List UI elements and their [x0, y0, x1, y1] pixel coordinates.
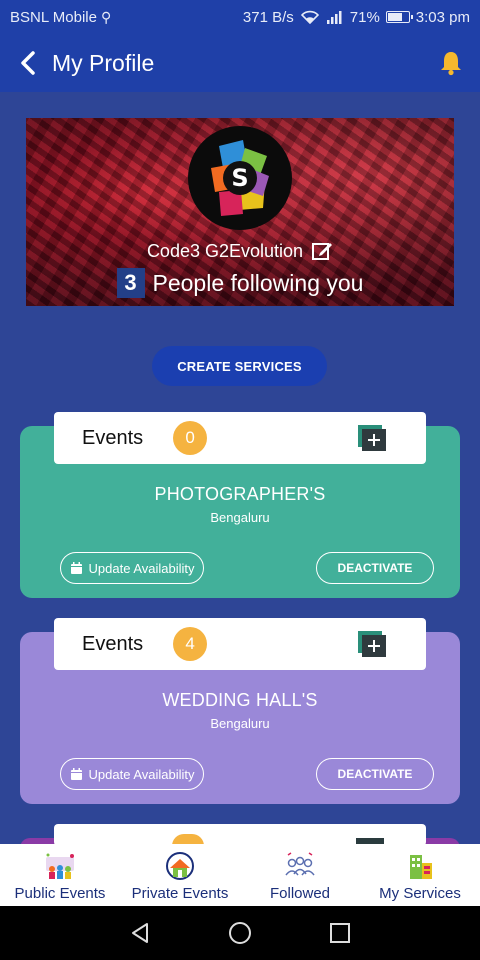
create-services-button[interactable]: CREATE SERVICES [152, 346, 327, 386]
nav-public-events[interactable]: Public Events [0, 844, 120, 906]
nav-my-services[interactable]: My Services [360, 844, 480, 906]
service-title: WEDDING HALL'S [162, 690, 318, 710]
app-bar: My Profile [0, 34, 480, 92]
update-availability-button[interactable]: Update Availability [60, 552, 204, 584]
edit-icon[interactable] [311, 240, 333, 262]
followers-row: 3 People following you [26, 268, 454, 298]
add-event-icon[interactable] [358, 425, 388, 453]
service-city: Bengaluru [210, 716, 270, 731]
carrier-name: BSNL Mobile [10, 8, 97, 26]
system-nav-bar [0, 906, 480, 960]
status-bar: BSNL Mobile ⚲ 371 B/s 71% 3:03 pm [0, 0, 480, 34]
status-right: 371 B/s 71% 3:03 pm [243, 9, 470, 26]
deactivate-button[interactable]: DEACTIVATE [316, 552, 434, 584]
event-count-badge: 0 [173, 421, 208, 455]
update-availability-label: Update Availability [88, 766, 195, 782]
nav-label: Followed [269, 885, 331, 902]
system-back-icon[interactable] [126, 919, 154, 947]
battery-percent: 71% [349, 8, 380, 26]
followed-icon [285, 852, 315, 876]
update-availability-label: Update Availability [88, 560, 195, 576]
deactivate-button[interactable]: DEACTIVATE [316, 758, 434, 790]
page-title: My Profile [52, 49, 155, 76]
calendar-icon [70, 561, 82, 574]
nav-label: My Services [379, 885, 461, 902]
service-card-header: Events 0 [54, 412, 426, 464]
usb-icon: ⚲ [100, 8, 112, 25]
clock: 3:03 pm [415, 8, 470, 26]
service-city: Bengaluru [210, 510, 270, 525]
profile-name: Code3 G2Evolution [146, 240, 304, 261]
nav-private-events[interactable]: Private Events [120, 844, 240, 906]
add-event-icon[interactable] [358, 631, 388, 659]
wifi-icon [300, 10, 319, 24]
my-services-icon [410, 855, 432, 879]
signal-icon [326, 10, 342, 24]
battery-icon [385, 11, 413, 23]
notification-bell-icon[interactable] [436, 48, 466, 78]
public-events-icon [46, 853, 74, 879]
avatar[interactable]: S [188, 126, 292, 230]
service-card-header: Events 4 [54, 618, 426, 670]
nav-label: Private Events [131, 885, 229, 902]
private-events-icon [166, 852, 194, 880]
net-speed: 371 B/s [242, 8, 294, 26]
service-title: PHOTOGRAPHER'S [154, 484, 326, 504]
event-count-badge: 4 [173, 627, 208, 661]
system-recents-icon[interactable] [326, 919, 354, 947]
status-left: BSNL Mobile ⚲ [10, 9, 111, 26]
back-arrow-icon[interactable] [14, 49, 42, 77]
svg-text:S: S [231, 164, 248, 192]
follower-count: 3 [116, 268, 145, 298]
nav-followed[interactable]: Followed [240, 844, 360, 906]
service-category: Events [82, 426, 144, 449]
nav-label: Public Events [14, 885, 106, 902]
service-category: Events [82, 632, 144, 655]
brand-logo-icon: S [211, 140, 269, 216]
profile-name-row: Code3 G2Evolution [26, 240, 454, 262]
profile-banner: S Code3 G2Evolution 3 People following y… [26, 118, 454, 306]
system-home-icon[interactable] [226, 919, 254, 947]
follower-text: People following you [152, 269, 364, 296]
calendar-icon [70, 767, 82, 780]
bottom-nav: Public Events Private Events Followed My… [0, 844, 480, 906]
update-availability-button[interactable]: Update Availability [60, 758, 204, 790]
